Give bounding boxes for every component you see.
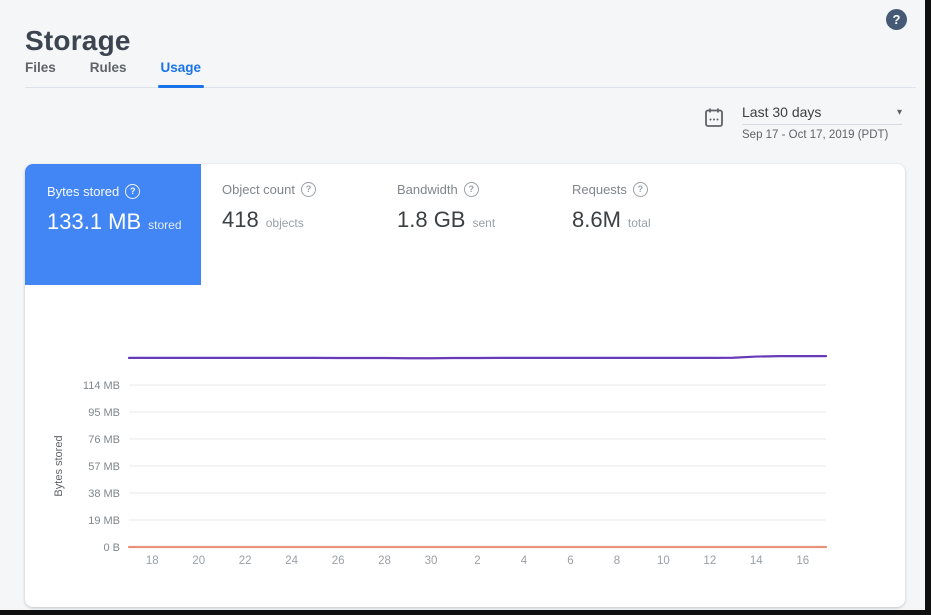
svg-text:24: 24 [285, 555, 298, 567]
tab-files[interactable]: Files [25, 60, 56, 75]
date-preset-label: Last 30 days [742, 104, 821, 120]
svg-text:19 MB: 19 MB [88, 515, 120, 527]
svg-text:12: 12 [703, 555, 716, 567]
tab-usage[interactable]: Usage [161, 60, 202, 75]
svg-text:14: 14 [750, 555, 763, 567]
svg-text:10: 10 [657, 555, 670, 567]
page-title: Storage [25, 25, 131, 57]
help-button[interactable]: ? [886, 9, 907, 30]
svg-text:16: 16 [796, 555, 809, 567]
date-range-selector[interactable]: Last 30 days ▾ Sep 17 - Oct 17, 2019 (PD… [704, 104, 902, 141]
usage-line-chart[interactable]: 0 B19 MB38 MB57 MB76 MB95 MB114 MBBytes … [25, 164, 905, 607]
svg-text:4: 4 [521, 555, 528, 567]
svg-text:0 B: 0 B [103, 542, 120, 554]
svg-text:22: 22 [239, 555, 252, 567]
svg-text:114 MB: 114 MB [83, 380, 120, 392]
storage-usage-page: Storage ? Files Rules Usage Last 30 days… [0, 0, 931, 615]
svg-text:28: 28 [378, 555, 391, 567]
svg-text:76 MB: 76 MB [88, 434, 120, 446]
svg-text:57 MB: 57 MB [88, 461, 120, 473]
svg-text:95 MB: 95 MB [88, 407, 120, 419]
tab-bar: Files Rules Usage [25, 60, 916, 88]
svg-text:26: 26 [332, 555, 345, 567]
svg-text:18: 18 [146, 555, 159, 567]
usage-card: Bytes stored ? 133.1 MB stored Object co… [25, 164, 905, 607]
svg-text:8: 8 [614, 555, 620, 567]
svg-text:2: 2 [474, 555, 480, 567]
chevron-down-icon: ▾ [897, 107, 902, 118]
tab-rules[interactable]: Rules [90, 60, 127, 75]
svg-text:6: 6 [567, 555, 573, 567]
help-icon: ? [893, 13, 901, 26]
svg-text:38 MB: 38 MB [88, 488, 120, 500]
date-range-detail: Sep 17 - Oct 17, 2019 (PDT) [742, 125, 902, 141]
calendar-icon [704, 107, 724, 128]
svg-text:30: 30 [425, 555, 438, 567]
date-range-text: Last 30 days ▾ Sep 17 - Oct 17, 2019 (PD… [742, 104, 902, 141]
svg-text:20: 20 [192, 555, 205, 567]
svg-text:Bytes stored: Bytes stored [53, 435, 65, 496]
